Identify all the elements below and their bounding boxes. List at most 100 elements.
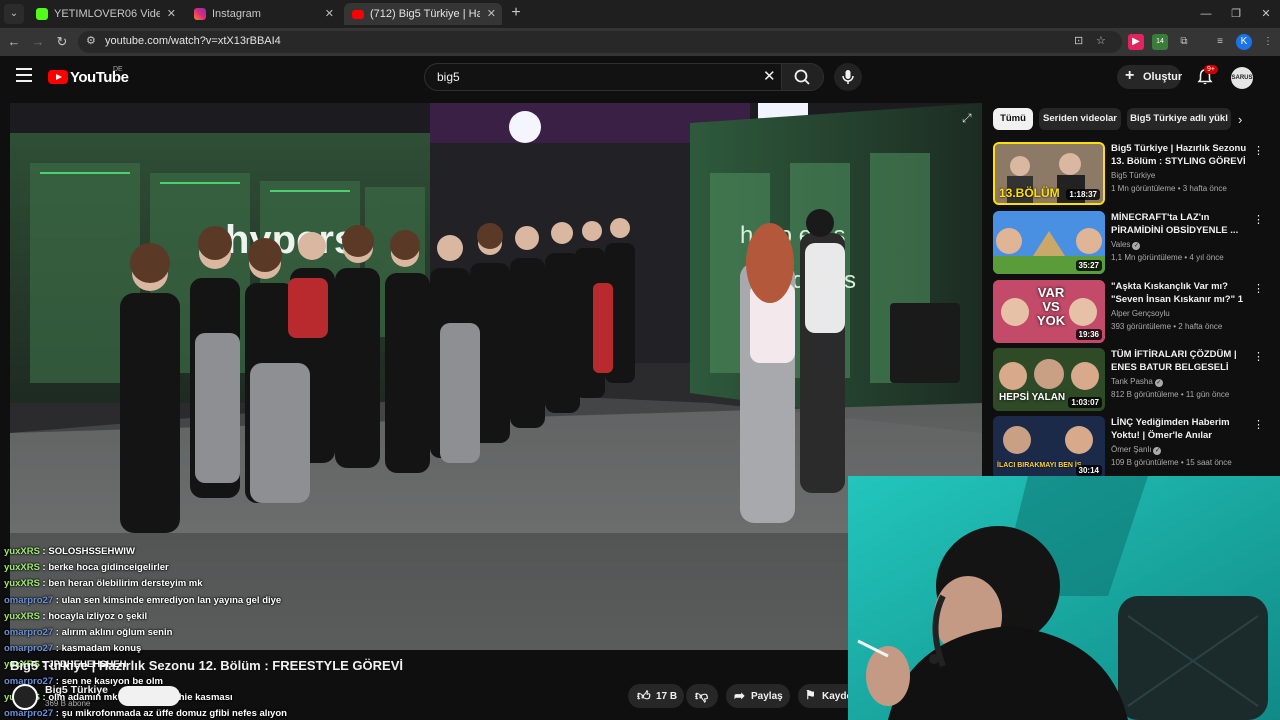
recommendation-item[interactable]: 35:27 MİNECRAFT'ta LAZ'ın PİRAMİDİNİ OBS… <box>993 211 1265 275</box>
recommendation-title[interactable]: "Aşkta Kıskançlık Var mı? "Seven İnsan K… <box>1111 280 1249 306</box>
channel-name: Alper Gençsoylu <box>1111 309 1170 318</box>
close-icon[interactable]: ✕ <box>325 3 334 25</box>
new-tab-button[interactable]: + <box>506 4 526 24</box>
tab-title: YETIMLOVER06 Videos - Watch <box>54 8 160 20</box>
chat-user: yuxXRS <box>4 610 40 622</box>
chat-message: omarpro27 : alırım aklını oğlum senin <box>4 627 173 639</box>
chat-text: alırım aklını oğlum senin <box>61 627 173 639</box>
close-icon[interactable]: ✕ <box>487 3 496 25</box>
recommendation-item[interactable]: 13.BÖLÜM 1:18:37 Big5 Türkiye | Hazırlık… <box>993 142 1265 206</box>
more-options-icon[interactable]: ⋮ <box>1253 144 1264 157</box>
notification-count-badge: 9+ <box>1204 65 1218 74</box>
search-box[interactable]: big5 ✕ <box>424 63 824 91</box>
chip-all[interactable]: Tümü <box>993 108 1033 130</box>
create-button[interactable]: + Oluştur <box>1117 65 1183 89</box>
extension-badge-icon[interactable]: 14 <box>1152 34 1168 50</box>
site-info-icon[interactable]: ⚙ <box>86 34 96 47</box>
hypers-sign: hypers <box>225 218 356 262</box>
browser-menu-icon[interactable]: ⋮ <box>1260 34 1276 50</box>
like-count: 17 B <box>656 691 678 702</box>
bookmark-icon: ⚑ <box>805 688 816 702</box>
chevron-right-icon[interactable]: › <box>1238 112 1242 127</box>
search-input[interactable]: big5 <box>437 70 460 84</box>
filter-chips: Tümü Seriden videolar Big5 Türkiye adlı … <box>993 108 1265 130</box>
share-button[interactable]: ➦ Paylaş <box>726 684 790 708</box>
recommendation-item[interactable]: İLACI BIRAKMAYI BEN İS 30:14 LİNÇ Yediği… <box>993 416 1265 480</box>
url-text: youtube.com/watch?v=xtX13rBBAI4 <box>105 35 281 47</box>
install-app-icon[interactable]: ⊡ <box>1074 34 1083 47</box>
chat-user: yuxXRS <box>4 546 40 557</box>
menu-hamburger-icon[interactable] <box>16 68 32 82</box>
duration-badge: 1:18:37 <box>1066 189 1100 200</box>
recommendation-title[interactable]: TÜM İFTİRALARI ÇÖZDÜM | ENES BATUR BELGE… <box>1111 348 1249 374</box>
thumbnail[interactable]: 35:27 <box>993 211 1105 274</box>
close-icon[interactable]: ✕ <box>167 3 176 25</box>
duration-badge: 35:27 <box>1075 260 1102 271</box>
youtube-play-icon <box>48 70 68 84</box>
back-button[interactable]: ← <box>4 32 24 52</box>
plus-icon: + <box>1125 67 1135 84</box>
chat-user: yuxXRS <box>4 578 40 590</box>
chat-text: SOLOSHSSEHWIW <box>48 546 135 557</box>
share-icon: ➦ <box>734 688 745 703</box>
search-icon <box>794 69 810 85</box>
clear-search-icon[interactable]: ✕ <box>763 67 776 85</box>
chat-user: omarpro27 <box>4 708 54 720</box>
channel-avatar[interactable] <box>12 684 38 710</box>
thumbs-up-icon: 👍︎ <box>637 688 651 703</box>
browser-toolbar: ← → ↻ ⚙ youtube.com/watch?v=xtX13rBBAI4 … <box>0 28 1280 56</box>
subscribe-button[interactable] <box>118 686 180 706</box>
forward-button[interactable]: → <box>28 32 48 52</box>
recommendation-item[interactable]: HEPSİ YALAN 1:03:07 TÜM İFTİRALARI ÇÖZDÜ… <box>993 348 1265 412</box>
user-avatar[interactable]: SARUS <box>1231 67 1253 89</box>
channel-name[interactable]: Big5 Türkiye <box>45 684 108 696</box>
profile-avatar[interactable]: K <box>1236 34 1252 50</box>
reload-button[interactable]: ↻ <box>52 32 72 52</box>
recommendation-title[interactable]: Big5 Türkiye | Hazırlık Sezonu 13. Bölüm… <box>1111 142 1249 168</box>
recommendation-title[interactable]: LİNÇ Yediğimden Haberim Yoktu! | Ömer'le… <box>1111 416 1249 442</box>
tab-search-button[interactable]: ⌄ <box>4 4 24 24</box>
close-window-button[interactable]: ✕ <box>1252 4 1280 24</box>
recommendation-item[interactable]: VAR VS YOK 19:36 "Aşkta Kıskançlık Var m… <box>993 280 1265 344</box>
thumbnail[interactable]: İLACI BIRAKMAYI BEN İS 30:14 <box>993 416 1105 479</box>
extensions-puzzle-icon[interactable]: ⧉ <box>1176 34 1192 50</box>
miniplayer-icon[interactable]: ⤢ <box>962 111 978 127</box>
extension-icon[interactable]: ▶ <box>1128 34 1144 50</box>
browser-tab[interactable]: YETIMLOVER06 Videos - Watch ✕ <box>28 3 182 25</box>
search-button[interactable] <box>781 64 823 90</box>
chat-text: ulan sen kimsinde emrediyon lan yayına g… <box>61 594 282 606</box>
create-label: Oluştur <box>1143 71 1183 83</box>
more-options-icon[interactable]: ⋮ <box>1253 213 1264 226</box>
verified-icon: ✓ <box>1132 242 1141 250</box>
tab-title: Instagram <box>212 8 261 20</box>
chip-uploads[interactable]: Big5 Türkiye adlı yükl <box>1127 108 1231 130</box>
thumbnail[interactable]: VAR VS YOK 19:36 <box>993 280 1105 343</box>
more-options-icon[interactable]: ⋮ <box>1253 350 1264 363</box>
chat-message: yuxXRS : berke hoca gidinceigelirler <box>4 562 169 574</box>
like-button[interactable]: 👍︎ 17 B <box>628 684 684 708</box>
more-options-icon[interactable]: ⋮ <box>1253 282 1264 295</box>
reading-list-icon[interactable]: ≡ <box>1212 34 1228 50</box>
more-options-icon[interactable]: ⋮ <box>1253 418 1264 431</box>
voice-search-button[interactable] <box>834 63 862 91</box>
minimize-button[interactable]: — <box>1192 4 1220 24</box>
thumbnail[interactable]: HEPSİ YALAN 1:03:07 <box>993 348 1105 411</box>
chat-message: yuxXRS : ben heran ölebilirim dersteyim … <box>4 578 203 590</box>
chat-text: ben heran ölebilirim dersteyim mk <box>48 578 203 590</box>
address-bar[interactable]: ⚙ youtube.com/watch?v=xtX13rBBAI4 ⊡ ☆ <box>78 31 1122 53</box>
browser-tab-active[interactable]: (712) Big5 Türkiye | Hazırlık Sez ✕ <box>344 3 502 25</box>
channel-name: Big5 Türkiye <box>1111 171 1156 180</box>
youtube-icon <box>352 10 364 19</box>
recommendation-title[interactable]: MİNECRAFT'ta LAZ'ın PİRAMİDİNİ OBSİDYENL… <box>1111 211 1249 237</box>
dislike-button[interactable]: 👎︎ <box>686 684 718 708</box>
recommendation-channel: Alper Gençsoylu <box>1111 309 1170 318</box>
browser-tab[interactable]: Instagram ✕ <box>186 3 340 25</box>
thumbnail[interactable]: 13.BÖLÜM 1:18:37 <box>993 142 1105 205</box>
bookmark-star-icon[interactable]: ☆ <box>1096 34 1106 47</box>
share-label: Paylaş <box>751 691 783 702</box>
chip-series[interactable]: Seriden videolar <box>1039 108 1121 130</box>
recommendation-meta: 812 B görüntüleme • 11 gün önce <box>1111 390 1230 399</box>
chat-message: omarpro27 : kasmadam konuş <box>4 643 142 655</box>
maximize-button[interactable]: ❐ <box>1222 4 1250 24</box>
duration-badge: 30:14 <box>1075 465 1102 476</box>
